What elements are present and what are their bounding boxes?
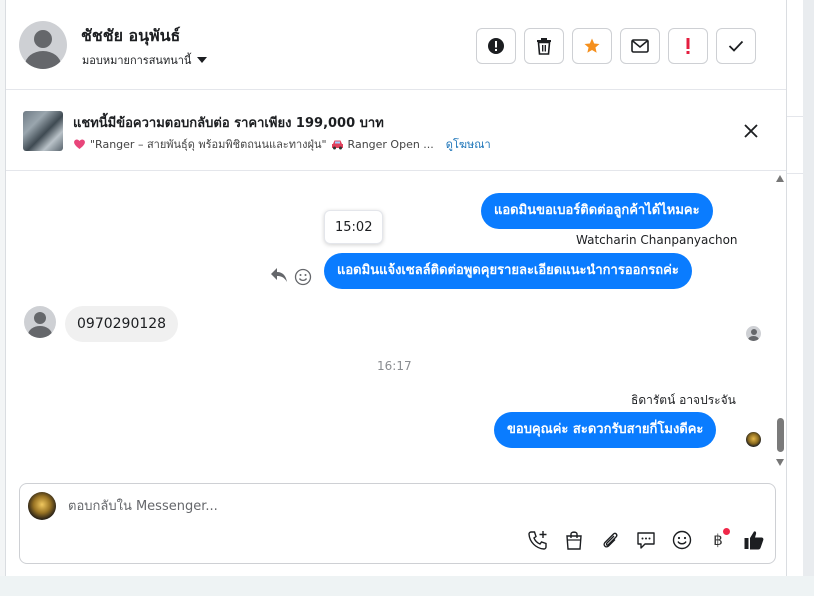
page-seen-avatar xyxy=(746,432,761,447)
message-composer: ฿ xyxy=(19,483,776,564)
seen-avatar xyxy=(746,326,761,341)
mark-spam-button[interactable] xyxy=(476,28,516,64)
envelope-icon xyxy=(631,39,649,53)
close-icon xyxy=(744,124,758,138)
incoming-message[interactable]: 0970290128 xyxy=(65,306,179,342)
ad-subtitle: "Ranger – สายพันธุ์ดุ พร้อมพิชิตถนนและทา… xyxy=(73,135,491,153)
ad-title: แชทนี้มีข้อความตอบกลับต่อ ราคาเพียง 199,… xyxy=(73,116,384,131)
sender-name: ธิดารัตน์ อาจประจัน xyxy=(631,393,736,407)
ad-subtitle-text: "Ranger – สายพันธุ์ดุ พร้อมพิชิตถนนและทา… xyxy=(90,138,327,151)
page-scrollbar-area xyxy=(803,0,814,596)
sender-name: Watcharin Chanpanyachon xyxy=(576,233,738,247)
delete-button[interactable] xyxy=(524,28,564,64)
thread-timestamp: 16:17 xyxy=(377,359,412,373)
heart-icon xyxy=(74,139,85,149)
smiley-icon xyxy=(672,530,692,550)
paperclip-icon xyxy=(603,532,618,548)
payment-button[interactable]: ฿ xyxy=(706,528,730,552)
conversation-header: ชัชชัย อนุพันธ์ มอบหมายการสนทนานี้ xyxy=(6,0,786,90)
view-ad-link[interactable]: ดูโฆษณา xyxy=(446,135,491,153)
chat-bubble-icon xyxy=(637,532,655,549)
contact-name[interactable]: ชัชชัย อนุพันธ์ xyxy=(81,24,180,49)
react-button[interactable] xyxy=(294,268,314,288)
conversation-panel: ชัชชัย อนุพันธ์ มอบหมายการสนทนานี้ แชทนี… xyxy=(5,0,787,576)
star-icon xyxy=(584,38,600,53)
attach-button[interactable] xyxy=(598,528,622,552)
reply-input[interactable] xyxy=(68,496,668,516)
chevron-down-icon xyxy=(197,57,208,63)
reply-button[interactable] xyxy=(269,266,291,288)
mark-unread-button[interactable] xyxy=(620,28,660,64)
star-button[interactable] xyxy=(572,28,612,64)
car-icon xyxy=(331,140,343,149)
assign-conversation-dropdown[interactable]: มอบหมายการสนทนานี้ xyxy=(82,51,208,69)
scroll-down-arrow[interactable] xyxy=(776,459,784,466)
shop-button[interactable] xyxy=(562,528,586,552)
saved-replies-button[interactable] xyxy=(634,528,658,552)
trash-icon xyxy=(537,38,551,55)
ad-context-bar: แชทนี้มีข้อความตอบกลับต่อ ราคาเพียง 199,… xyxy=(6,91,786,171)
page-avatar xyxy=(28,492,56,520)
outgoing-message[interactable]: แอดมินแจ้งเซลล์ติดต่อพูดคุยรายละเอียดแนะ… xyxy=(324,253,692,289)
thumbs-up-icon xyxy=(744,531,764,550)
emoji-button[interactable] xyxy=(670,528,694,552)
customer-avatar[interactable] xyxy=(24,306,56,338)
baht-icon: ฿ xyxy=(713,531,723,549)
reply-icon xyxy=(271,268,287,282)
exclamation-circle-icon xyxy=(488,38,504,54)
ad-thumbnail xyxy=(23,111,63,151)
contact-avatar[interactable] xyxy=(19,21,67,69)
scroll-up-arrow[interactable] xyxy=(776,175,784,182)
smiley-icon xyxy=(294,268,312,286)
outgoing-message[interactable]: แอดมินขอเบอร์ติดต่อลูกค้าได้ไหมคะ xyxy=(481,193,713,229)
exclamation-icon xyxy=(686,38,690,54)
page-bottom-area xyxy=(0,576,814,596)
header-actions xyxy=(476,28,756,64)
scrollbar-thumb[interactable] xyxy=(777,418,784,452)
side-gutter xyxy=(787,0,803,576)
ad-subtitle-text-2: Ranger Open ... xyxy=(347,137,434,151)
phone-plus-icon xyxy=(528,531,547,550)
notification-dot xyxy=(723,528,730,535)
mark-done-button[interactable] xyxy=(716,28,756,64)
close-ad-button[interactable] xyxy=(741,121,761,141)
shopping-bag-icon xyxy=(566,531,582,550)
checkmark-icon xyxy=(728,40,744,52)
assign-label: มอบหมายการสนทนานี้ xyxy=(82,54,192,67)
follow-up-button[interactable] xyxy=(668,28,708,64)
outgoing-message[interactable]: ขอบคุณค่ะ สะดวกรับสายกี่โมงดีคะ xyxy=(494,412,717,448)
call-button[interactable] xyxy=(526,528,550,552)
like-button[interactable] xyxy=(742,528,766,552)
composer-tools: ฿ xyxy=(526,528,766,552)
message-time-tooltip: 15:02 xyxy=(324,210,384,244)
